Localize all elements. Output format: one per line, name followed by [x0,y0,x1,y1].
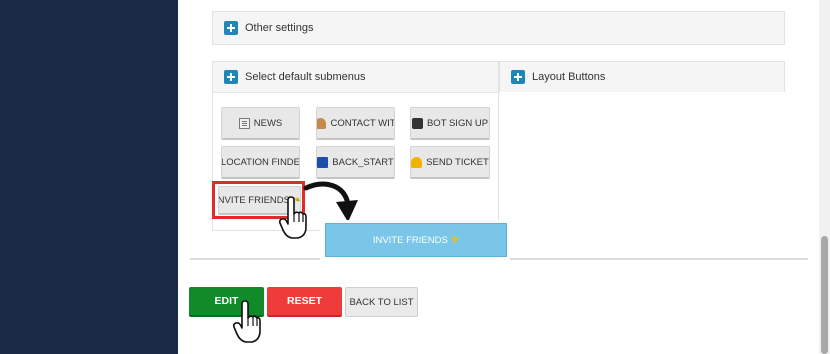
other-settings-panel[interactable]: Other settings [212,11,785,45]
submenu-button-back-start[interactable]: BACK_START [316,146,395,179]
layout-buttons-header[interactable]: Layout Buttons [500,62,784,92]
dragging-button-label: INVITE FRIENDS [372,234,448,246]
submenu-button-bot-sign-up[interactable]: BOT SIGN UP [410,107,490,140]
submenu-button-contact[interactable]: CONTACT WIT [316,107,395,140]
layout-buttons-panel[interactable]: Layout Buttons [499,61,785,92]
left-sidebar [0,0,178,354]
submenu-button-label: NEWS [253,117,283,129]
hand-cursor-icon [232,300,261,343]
submenu-button-label: BOT SIGN UP [426,117,489,129]
dragging-invite-friends-button[interactable]: INVITE FRIENDS ✤ [325,223,507,257]
default-submenus-title: Select default submenus [245,71,366,83]
submenu-button-label: CONTACT WIT [330,117,395,129]
layout-buttons-title: Layout Buttons [532,71,606,83]
scrollbar-thumb[interactable] [821,236,828,354]
back-to-list-label: BACK TO LIST [349,296,414,308]
submenu-button-label: LOCATION FINDE [221,156,300,168]
back-to-list-button[interactable]: BACK TO LIST [345,287,418,317]
plus-icon[interactable] [224,21,238,35]
submenu-button-news[interactable]: NEWS [221,107,300,140]
bell-icon [411,156,423,168]
other-settings-title: Other settings [245,22,314,34]
news-icon [238,117,250,129]
reset-button-label: RESET [286,295,322,307]
contact-icon [317,117,327,129]
submenu-button-label: BACK_START [332,156,394,168]
submenu-button-location-finder[interactable]: LOCATION FINDE [221,146,300,179]
default-submenus-header[interactable]: Select default submenus [213,62,498,93]
gift-icon: ✤ [450,234,460,246]
other-settings-header[interactable]: Other settings [213,12,784,44]
reset-button[interactable]: RESET [267,287,342,317]
submenu-button-send-ticket[interactable]: SEND TICKET [410,146,490,179]
submenu-button-label: SEND TICKET [426,156,489,168]
plus-icon[interactable] [224,70,238,84]
back-icon [317,156,329,168]
plus-icon[interactable] [511,70,525,84]
hand-cursor-icon [278,196,307,239]
bot-icon [411,117,423,129]
